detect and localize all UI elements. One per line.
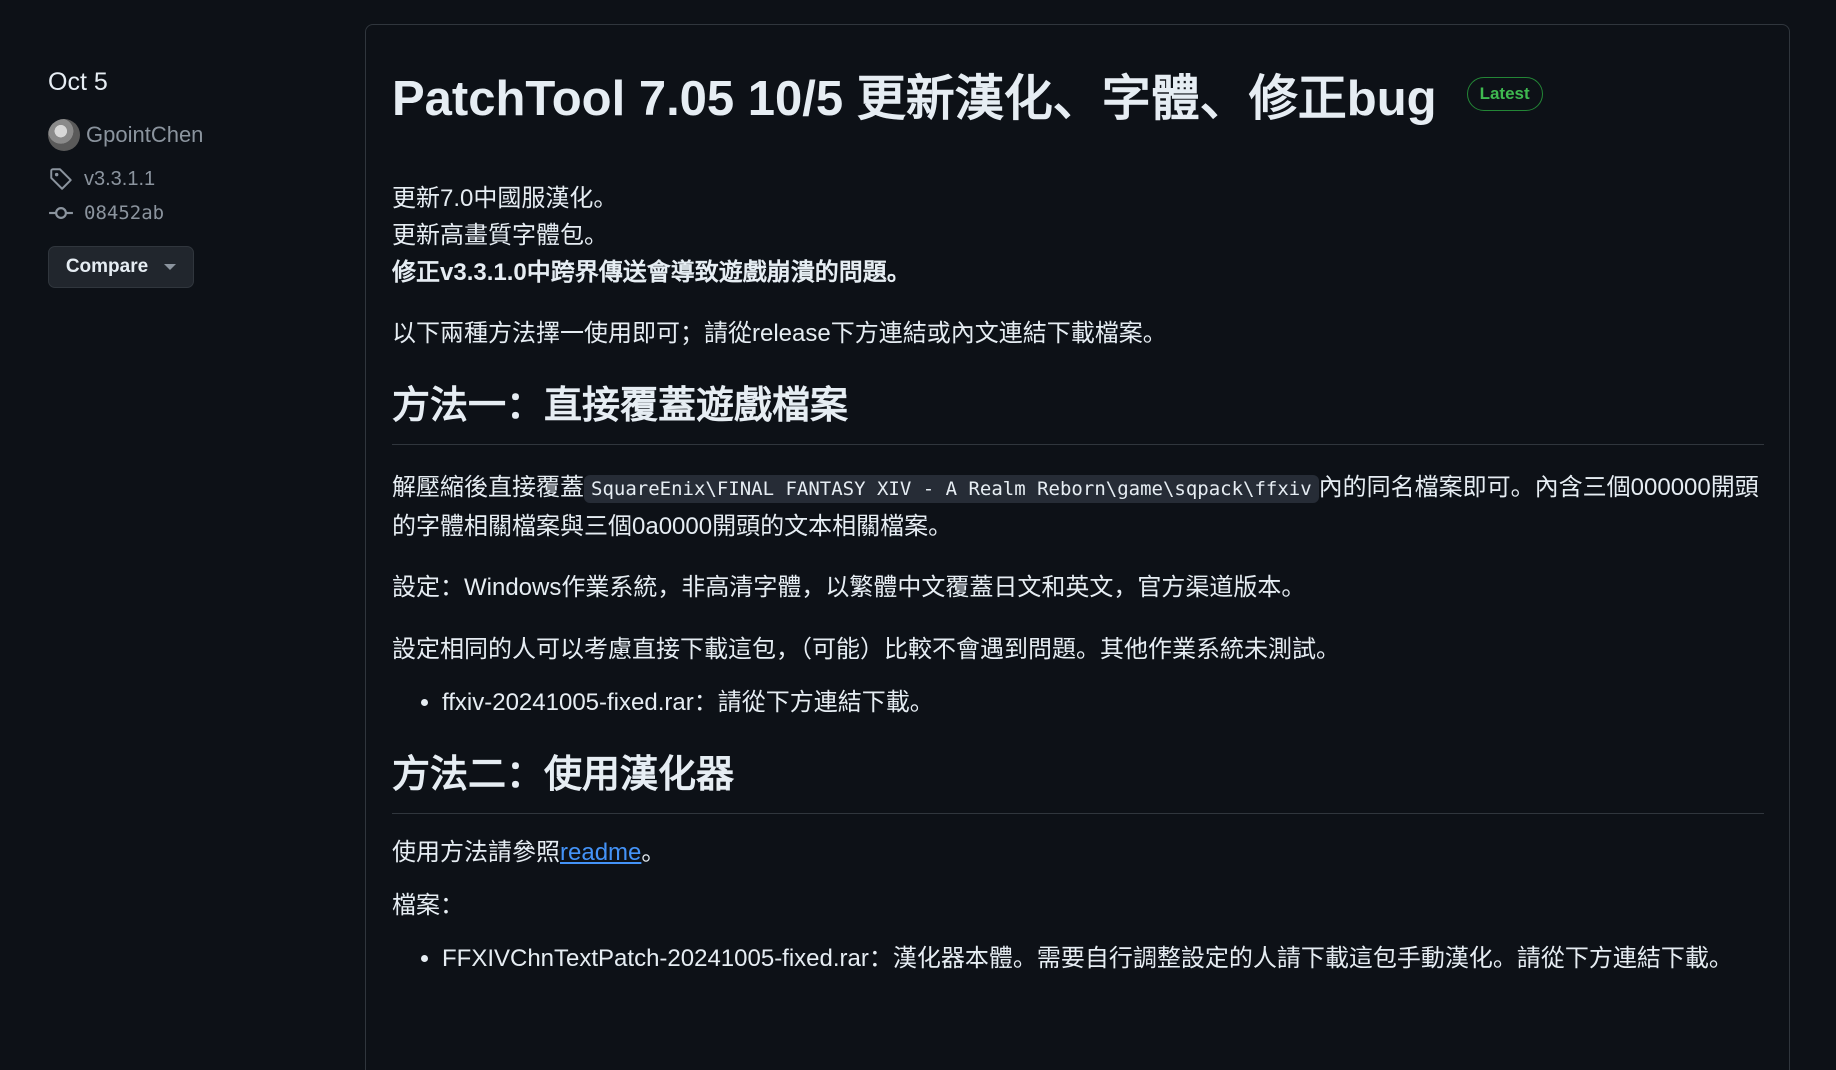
method2-file-list: FFXIVChnTextPatch-20241005-fixed.rar：漢化器… <box>392 940 1764 977</box>
commit-link[interactable]: 08452ab <box>48 196 308 230</box>
method2-heading: 方法二：使用漢化器 <box>392 747 1764 814</box>
commit-sha[interactable]: 08452ab <box>84 202 164 224</box>
method2-usage: 使用方法請參照readme。 <box>392 834 1764 871</box>
author-name[interactable]: GpointChen <box>86 122 203 148</box>
release-date: Oct 5 <box>48 68 108 96</box>
readme-link[interactable]: readme <box>560 839 641 866</box>
chevron-down-icon <box>164 264 177 270</box>
list-item: ffxiv-20241005-fixed.rar：請從下方連結下載。 <box>442 684 1764 721</box>
tag-link[interactable]: v3.3.1.1 <box>48 162 308 196</box>
method2-usage-text: 使用方法請參照 <box>392 839 560 866</box>
tag-icon <box>50 168 72 190</box>
tag-name[interactable]: v3.3.1.1 <box>84 168 155 191</box>
avatar <box>48 119 80 151</box>
release-page: Oct 5 GpointChen v3.3.1.1 08452ab Compar… <box>0 0 1836 1070</box>
method1-heading: 方法一：直接覆蓋遊戲檔案 <box>392 378 1764 445</box>
compare-label: Compare <box>65 256 149 277</box>
commit-icon <box>49 207 73 219</box>
release-meta: Oct 5 GpointChen v3.3.1.1 08452ab Compar… <box>48 64 308 288</box>
list-item: FFXIVChnTextPatch-20241005-fixed.rar：漢化器… <box>442 940 1764 977</box>
release-body: 更新7.0中國服漢化。 更新高畫質字體包。 修正v3.3.1.0中跨界傳送會導致… <box>392 180 1764 977</box>
method1-text-before: 解壓縮後直接覆蓋 <box>392 474 584 501</box>
choose-method-text: 以下兩種方法擇一使用即可；請從release下方連結或內文連結下載檔案。 <box>392 320 1167 347</box>
method1-settings: 設定：Windows作業系統，非高清字體，以繁體中文覆蓋日文和英文，官方渠道版本… <box>392 574 1306 601</box>
latest-badge: Latest <box>1466 77 1543 111</box>
method2-usage-end: 。 <box>641 839 666 866</box>
method1-file-list: ffxiv-20241005-fixed.rar：請從下方連結下載。 <box>392 684 1764 721</box>
release-card: PatchTool 7.05 10/5 更新漢化、字體、修正bug Latest… <box>365 24 1790 1070</box>
release-title[interactable]: PatchTool 7.05 10/5 更新漢化、字體、修正bug <box>392 59 1437 130</box>
release-header: PatchTool 7.05 10/5 更新漢化、字體、修正bug Latest <box>392 63 1764 126</box>
method1-instructions: 解壓縮後直接覆蓋 SquareEnix\FINAL FANTASY XIV - A… <box>392 469 1764 545</box>
intro-line-2: 更新高畫質字體包。 <box>392 222 608 249</box>
compare-button[interactable]: Compare <box>48 246 194 288</box>
intro-line-1: 更新7.0中國服漢化。 <box>392 185 618 212</box>
files-label: 檔案： <box>392 892 464 919</box>
method1-note: 設定相同的人可以考慮直接下載這包，（可能）比較不會遇到問題。其他作業系統未測試。 <box>392 636 1340 663</box>
author-link[interactable]: GpointChen <box>48 116 308 154</box>
intro-line-3: 修正v3.3.1.0中跨界傳送會導致遊戲崩潰的問題。 <box>392 259 911 286</box>
game-path-code: SquareEnix\FINAL FANTASY XIV - A Realm R… <box>584 475 1319 503</box>
